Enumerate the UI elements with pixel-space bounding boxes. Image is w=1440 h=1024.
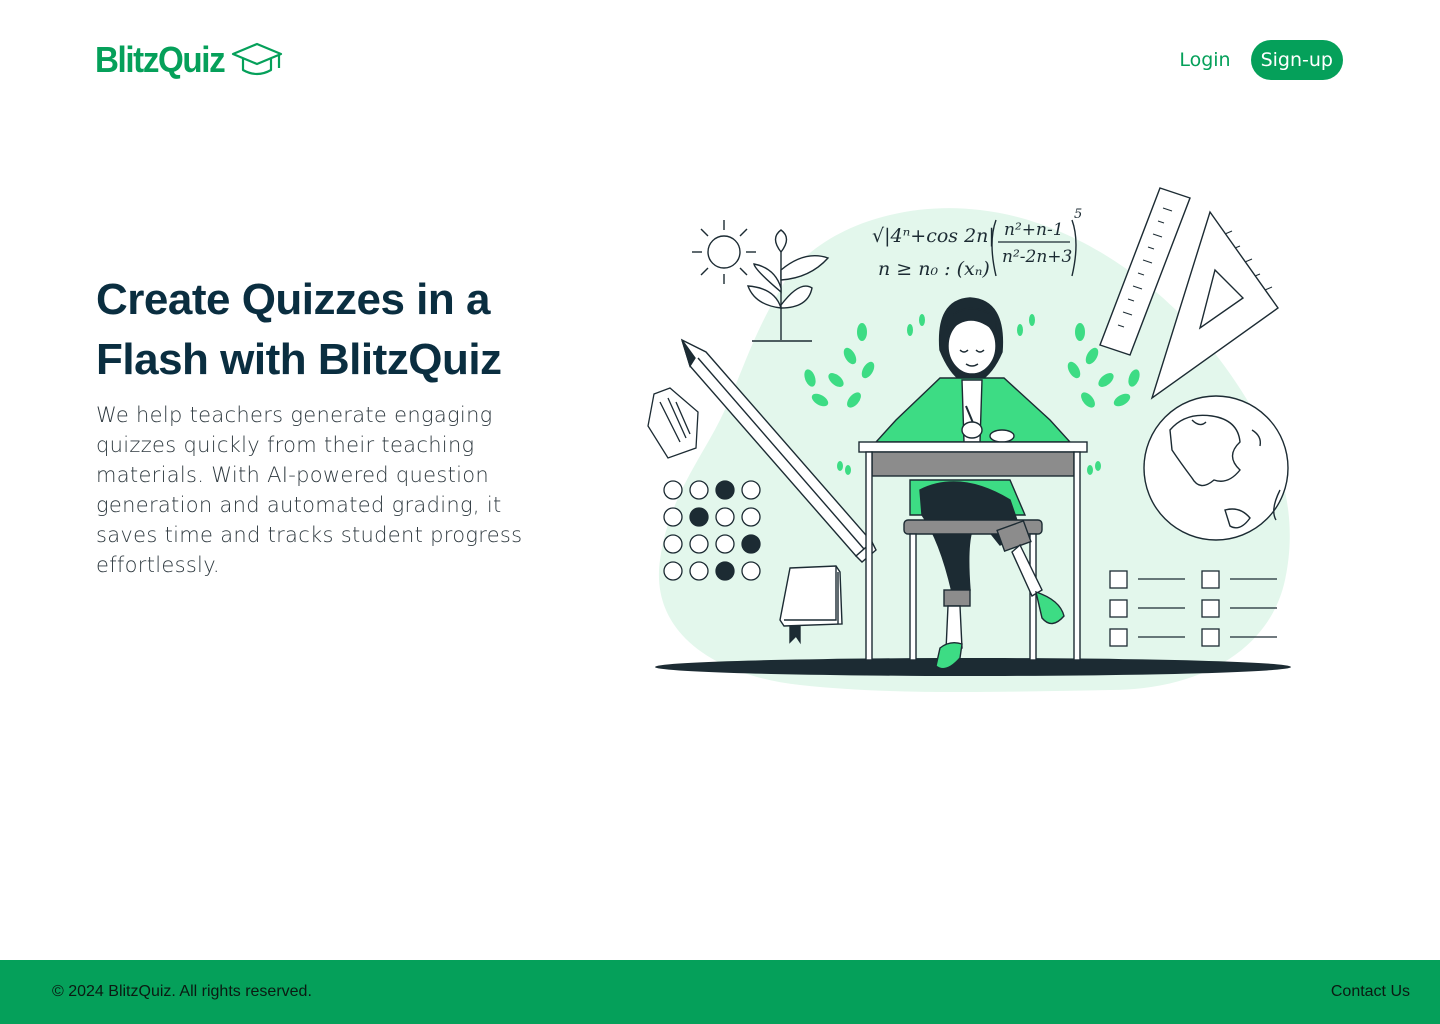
brand-logo[interactable]: BlitzQuiz <box>95 38 285 82</box>
logo-text: BlitzQuiz <box>95 39 226 80</box>
login-button[interactable]: Login <box>1179 40 1230 80</box>
open-book-icon <box>647 387 699 459</box>
site-header: BlitzQuiz Login Sign-up <box>0 0 1440 120</box>
exponent: 5 <box>1074 207 1082 222</box>
hero-title: Create Quizzes in a Flash with BlitzQuiz <box>96 275 502 384</box>
contact-us-link[interactable]: Contact Us <box>1331 982 1410 1002</box>
copyright-text: © 2024 BlitzQuiz. All rights reserved. <box>52 983 312 1000</box>
graduation-cap-icon <box>232 42 283 76</box>
sun-icon <box>692 220 756 284</box>
signup-button[interactable]: Sign-up <box>1250 40 1343 80</box>
site-footer: © 2024 BlitzQuiz. All rights reserved. C… <box>0 960 1440 1024</box>
fraction-bottom: n²-2n+3 <box>1002 247 1072 267</box>
fraction-top: n²+n-1 <box>1004 220 1064 240</box>
hero-description: We help teachers generate engaging quizz… <box>96 403 523 577</box>
globe-icon <box>1143 395 1289 541</box>
student-studying-illustration: √|4ⁿ+cos 2n| n ≥ n₀ : (xₙ) n²+n-1 n²-2n+… <box>647 187 1291 693</box>
formula-line-1: √|4ⁿ+cos 2n| <box>872 225 995 247</box>
floor-shadow <box>655 658 1291 676</box>
header-nav: Login Sign-up <box>1179 40 1343 80</box>
formula-line-2: n ≥ n₀ : (xₙ) <box>878 258 990 280</box>
